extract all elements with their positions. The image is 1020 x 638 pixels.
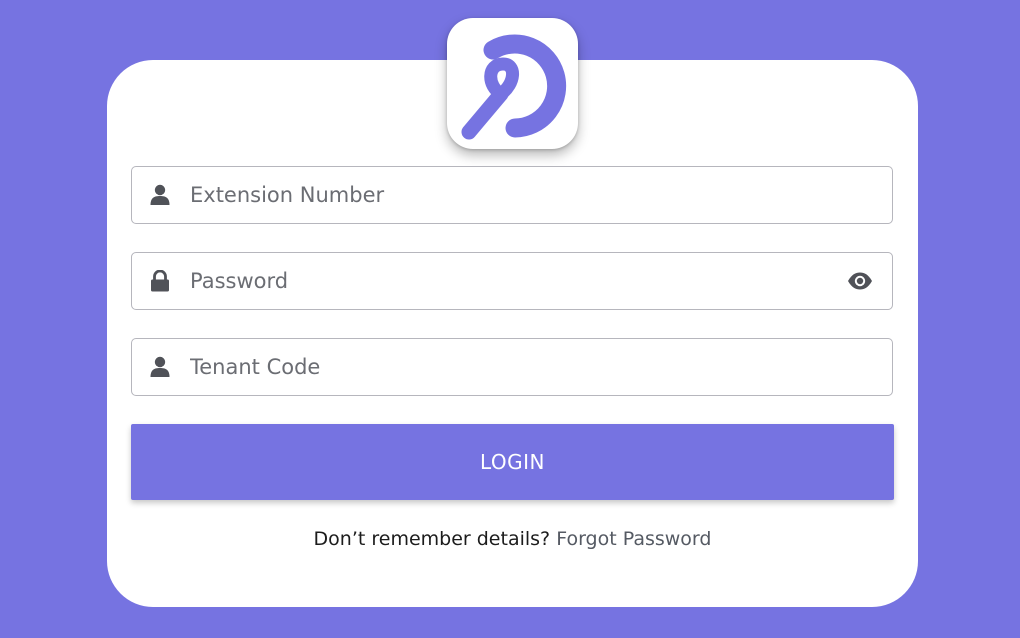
user-icon: [150, 356, 170, 378]
forgot-password-prompt: Don’t remember details?: [313, 528, 551, 550]
extension-number-input[interactable]: [190, 167, 892, 223]
eye-icon[interactable]: [846, 270, 874, 292]
user-icon: [150, 184, 170, 206]
forgot-password-link[interactable]: Forgot Password: [556, 528, 711, 550]
tenant-code-field[interactable]: [131, 338, 893, 396]
brand-logo-icon: [461, 34, 566, 139]
password-field[interactable]: [131, 252, 893, 310]
password-input[interactable]: [190, 253, 846, 309]
login-button[interactable]: LOGIN: [131, 424, 894, 500]
lock-icon: [150, 270, 170, 292]
extension-number-field[interactable]: [131, 166, 893, 224]
tenant-code-input[interactable]: [190, 339, 892, 395]
app-logo: [447, 18, 578, 149]
forgot-password-row: Don’t remember details? Forgot Password: [107, 528, 918, 550]
